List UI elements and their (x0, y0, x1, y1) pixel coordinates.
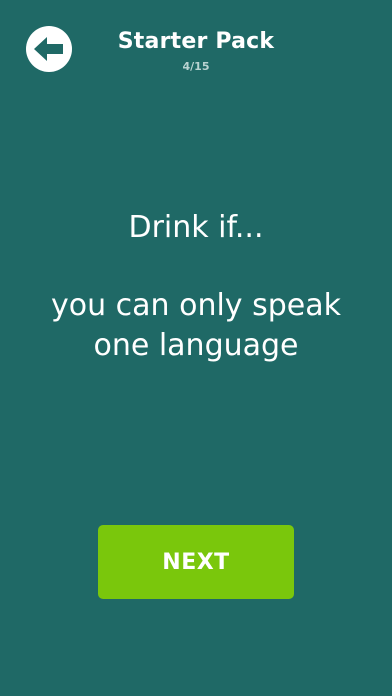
back-button[interactable] (26, 26, 72, 72)
card-content: Drink if... you can only speak one langu… (20, 208, 372, 366)
app-screen: Starter Pack 4/15 Drink if... you can on… (0, 0, 392, 696)
card-prompt: Drink if... (128, 210, 264, 245)
arrow-left-icon (34, 36, 64, 62)
card-statement-line-1: you can only speak (51, 288, 341, 323)
header: Starter Pack 4/15 (80, 28, 312, 74)
card-statement-line-2: one language (93, 328, 299, 363)
next-button[interactable]: NEXT (98, 525, 294, 599)
page-title: Starter Pack (117, 29, 275, 54)
card-statement: you can only speak one language (20, 286, 372, 366)
card-counter: 4/15 (182, 60, 210, 73)
